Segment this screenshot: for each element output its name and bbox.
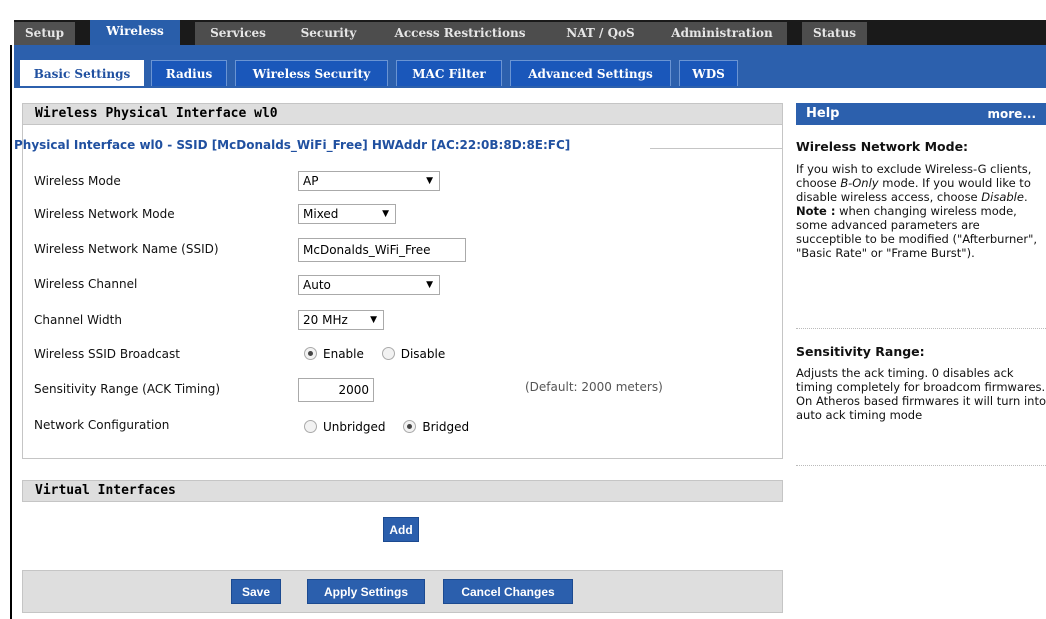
network-mode-label: Wireless Network Mode <box>34 207 175 221</box>
help-mode-text-3: . <box>1023 190 1028 204</box>
subtab-mac-filter[interactable]: MAC Filter <box>396 60 502 86</box>
enable-radio[interactable] <box>304 347 317 360</box>
help-divider <box>796 465 1046 466</box>
help-note-label: Note : <box>796 204 836 218</box>
interface-legend: Physical Interface wl0 - SSID [McDonalds… <box>14 138 571 152</box>
chevron-down-icon: ▼ <box>370 315 377 325</box>
sub-nav: Basic Settings Radius Wireless Security … <box>14 45 1046 88</box>
channel-width-label: Channel Width <box>34 313 122 327</box>
network-config-radios: Unbridged Bridged <box>304 420 483 434</box>
ssid-broadcast-label: Wireless SSID Broadcast <box>34 347 180 361</box>
section-title-physical: Wireless Physical Interface wl0 <box>22 103 783 125</box>
section-title-virtual: Virtual Interfaces <box>22 480 783 502</box>
help-mode-text: If you wish to exclude Wireless-G client… <box>796 162 1046 260</box>
help-sens-title: Sensitivity Range: <box>796 344 925 359</box>
ssid-input[interactable]: McDonalds_WiFi_Free <box>298 238 466 262</box>
tab-wireless[interactable]: Wireless <box>90 20 180 47</box>
sensitivity-hint: (Default: 2000 meters) <box>525 380 663 394</box>
wireless-mode-label: Wireless Mode <box>34 174 121 188</box>
tab-security[interactable]: Security <box>281 22 376 45</box>
network-mode-select[interactable]: Mixed ▼ <box>298 204 396 224</box>
network-mode-value: Mixed <box>303 207 339 221</box>
apply-settings-button[interactable]: Apply Settings <box>307 579 425 604</box>
channel-value: Auto <box>303 278 331 292</box>
top-nav: Setup Wireless Services Security Access … <box>14 20 1046 47</box>
channel-width-value: 20 MHz <box>303 313 348 327</box>
enable-radio-label: Enable <box>323 347 364 361</box>
ssid-label: Wireless Network Name (SSID) <box>34 242 219 256</box>
tab-services[interactable]: Services <box>195 22 281 45</box>
add-button[interactable]: Add <box>383 517 419 542</box>
save-button[interactable]: Save <box>231 579 281 604</box>
subtab-advanced-settings[interactable]: Advanced Settings <box>510 60 671 86</box>
wireless-mode-select[interactable]: AP ▼ <box>298 171 440 191</box>
tab-nat-qos[interactable]: NAT / QoS <box>544 22 657 45</box>
chevron-down-icon: ▼ <box>382 209 389 219</box>
left-border <box>10 45 12 619</box>
channel-width-select[interactable]: 20 MHz ▼ <box>298 310 384 330</box>
cancel-changes-button[interactable]: Cancel Changes <box>443 579 573 604</box>
tab-status[interactable]: Status <box>802 22 867 45</box>
subtab-basic-settings[interactable]: Basic Settings <box>20 60 144 86</box>
help-header: Help more... <box>796 103 1046 125</box>
ssid-broadcast-radios: Enable Disable <box>304 347 459 361</box>
disable-radio[interactable] <box>381 347 395 360</box>
sensitivity-label: Sensitivity Range (ACK Timing) <box>34 382 221 396</box>
channel-label: Wireless Channel <box>34 277 138 291</box>
sensitivity-input[interactable]: 2000 <box>298 378 374 402</box>
network-config-label: Network Configuration <box>34 418 170 432</box>
help-mode-title: Wireless Network Mode: <box>796 139 969 154</box>
channel-select[interactable]: Auto ▼ <box>298 275 440 295</box>
subtab-radius[interactable]: Radius <box>151 60 227 86</box>
unbridged-radio-label: Unbridged <box>323 420 386 434</box>
chevron-down-icon: ▼ <box>426 280 433 290</box>
chevron-down-icon: ▼ <box>426 176 433 186</box>
help-mode-text-disable: Disable <box>981 190 1024 204</box>
help-title: Help <box>806 106 840 121</box>
subtab-wireless-security[interactable]: Wireless Security <box>235 60 388 86</box>
bridged-radio[interactable] <box>403 420 417 433</box>
tab-administration[interactable]: Administration <box>657 22 787 45</box>
legend-divider <box>650 148 783 149</box>
help-mode-text-b-only: B-Only <box>840 176 879 190</box>
bridged-radio-label: Bridged <box>422 420 470 434</box>
help-more-link[interactable]: more... <box>988 103 1036 125</box>
subtab-wds[interactable]: WDS <box>679 60 738 86</box>
help-sens-text: Adjusts the ack timing. 0 disables ack t… <box>796 366 1046 422</box>
tab-setup[interactable]: Setup <box>14 22 75 45</box>
tab-access-restrictions[interactable]: Access Restrictions <box>376 22 544 45</box>
disable-radio-label: Disable <box>400 347 446 361</box>
help-divider <box>796 328 1046 329</box>
wireless-mode-value: AP <box>303 174 319 188</box>
unbridged-radio[interactable] <box>304 420 317 433</box>
